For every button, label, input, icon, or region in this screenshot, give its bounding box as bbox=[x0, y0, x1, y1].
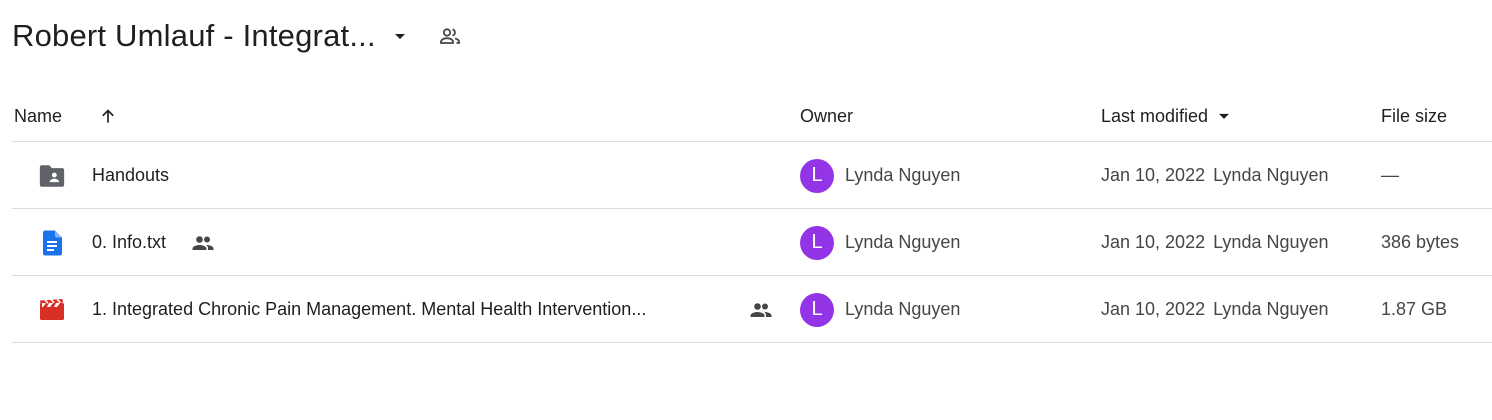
video-file-icon bbox=[38, 276, 66, 343]
folder-title[interactable]: Robert Umlauf - Integrat... bbox=[12, 18, 376, 54]
file-name[interactable]: 1. Integrated Chronic Pain Management. M… bbox=[92, 276, 646, 343]
arrow-drop-down-icon bbox=[1219, 113, 1230, 119]
modified-date: Jan 10, 2022 bbox=[1101, 232, 1206, 252]
owner-name: Lynda Nguyen bbox=[845, 232, 961, 252]
file-size: — bbox=[1381, 165, 1399, 185]
avatar[interactable]: L bbox=[800, 292, 834, 327]
modified-by: Lynda Nguyen bbox=[1213, 165, 1329, 185]
modified-by: Lynda Nguyen bbox=[1213, 299, 1329, 319]
file-size: 386 bytes bbox=[1381, 232, 1460, 252]
column-header-file-size[interactable]: File size bbox=[1381, 90, 1447, 142]
owner-name: Lynda Nguyen bbox=[845, 165, 961, 185]
last-modified-cell: Jan 10, 2022 Lynda Nguyen bbox=[1101, 142, 1329, 209]
file-name[interactable]: 0. Info.txt bbox=[92, 209, 166, 276]
modified-date: Jan 10, 2022 bbox=[1101, 299, 1206, 319]
file-row[interactable]: 1. Integrated Chronic Pain Management. M… bbox=[12, 276, 1492, 343]
file-name[interactable]: Handouts bbox=[92, 142, 169, 209]
owner-cell: L Lynda Nguyen bbox=[800, 142, 960, 209]
people-icon bbox=[748, 276, 774, 343]
column-header-name[interactable]: Name bbox=[14, 90, 62, 142]
last-modified-cell: Jan 10, 2022 Lynda Nguyen bbox=[1101, 276, 1329, 343]
modified-by: Lynda Nguyen bbox=[1213, 232, 1329, 252]
avatar[interactable]: L bbox=[800, 225, 834, 260]
people-icon bbox=[190, 209, 216, 276]
file-list: Name Owner Last modified File size Hando… bbox=[12, 90, 1492, 343]
modified-date: Jan 10, 2022 bbox=[1101, 165, 1206, 185]
file-size: 1.87 GB bbox=[1381, 299, 1448, 319]
arrow-upward-icon[interactable] bbox=[96, 90, 120, 142]
folder-header: Robert Umlauf - Integrat... bbox=[12, 14, 466, 58]
last-modified-cell: Jan 10, 2022 Lynda Nguyen bbox=[1101, 209, 1329, 276]
owner-name: Lynda Nguyen bbox=[845, 299, 961, 319]
shared-folder-icon bbox=[38, 142, 66, 209]
column-header-last-modified-label: Last modified bbox=[1101, 105, 1209, 126]
people-outline-icon[interactable] bbox=[434, 20, 466, 52]
avatar[interactable]: L bbox=[800, 158, 834, 193]
file-row[interactable]: Handouts L Lynda Nguyen Jan 10, 2022 Lyn… bbox=[12, 142, 1492, 209]
column-header-last-modified[interactable]: Last modified bbox=[1101, 90, 1234, 142]
file-list-header: Name Owner Last modified File size bbox=[12, 90, 1492, 142]
file-row[interactable]: 0. Info.txt L Lynda Nguyen Jan 10, 2022 … bbox=[12, 209, 1492, 276]
column-header-owner: Owner bbox=[800, 105, 854, 126]
arrow-drop-down-icon[interactable] bbox=[388, 24, 412, 48]
google-docs-icon bbox=[38, 209, 66, 276]
owner-cell: L Lynda Nguyen bbox=[800, 276, 960, 343]
owner-cell: L Lynda Nguyen bbox=[800, 209, 960, 276]
